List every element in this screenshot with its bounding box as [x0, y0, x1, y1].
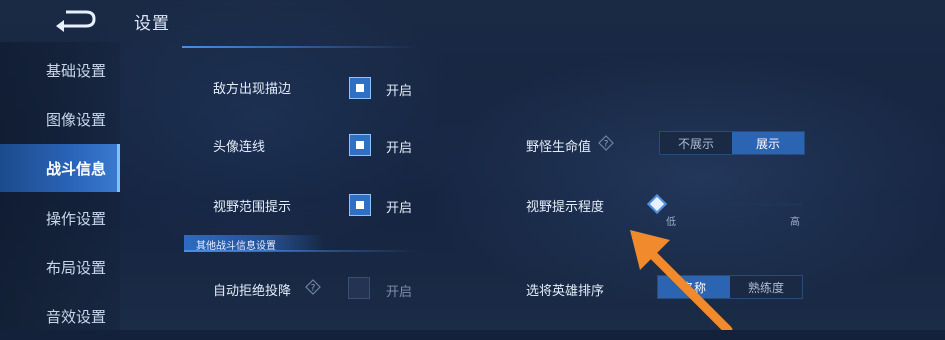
annotation-arrow-icon: [630, 230, 733, 330]
enemy-outline-toggle-label: 开启: [386, 84, 413, 99]
top-bar: 设置: [0, 0, 945, 42]
help-icon[interactable]: ?: [598, 135, 614, 151]
sidebar-item-label: 图像设置: [46, 110, 107, 129]
hero-sort-label: 选将英雄排序: [526, 284, 605, 299]
sidebar-item-label: 音效设置: [46, 307, 107, 326]
check-dot-icon: [356, 141, 364, 149]
enemy-outline-label: 敌方出现描边: [213, 82, 292, 97]
check-dot-icon: [356, 84, 364, 92]
check-dot-icon: [356, 201, 364, 209]
sidebar-item-label: 战斗信息: [46, 159, 107, 178]
monster-hp-option-show[interactable]: 展示: [732, 132, 804, 154]
background: [0, 0, 945, 330]
avatar-link-label: 头像连线: [213, 140, 266, 155]
avatar-link-toggle-label: 开启: [386, 141, 413, 156]
sidebar-item-controls[interactable]: 操作设置: [0, 194, 120, 242]
sidebar-item-label: 操作设置: [46, 209, 107, 228]
monster-hp-segmented: 不展示 展示: [659, 131, 805, 155]
enemy-outline-checkbox[interactable]: [349, 77, 371, 99]
section-header-other-battle-info: 其他战斗信息设置: [184, 235, 424, 252]
slider-max-label: 高: [790, 217, 800, 228]
monster-hp-label: 野怪生命值: [526, 140, 592, 155]
page-title: 设置: [134, 14, 170, 34]
vision-range-label: 视野范围提示: [213, 200, 292, 215]
svg-text:?: ?: [311, 284, 316, 294]
svg-text:?: ?: [604, 140, 609, 150]
section-divider: [182, 46, 418, 48]
back-arrow-icon[interactable]: [52, 8, 98, 32]
avatar-link-checkbox[interactable]: [349, 134, 371, 156]
help-icon[interactable]: ?: [305, 279, 321, 295]
auto-refuse-surrender-label: 自动拒绝投降: [213, 284, 292, 299]
sidebar-item-sound[interactable]: 音效设置: [0, 292, 120, 340]
sidebar: 基础设置 图像设置 战斗信息 操作设置 布局设置 音效设置: [0, 42, 120, 330]
auto-refuse-surrender-checkbox[interactable]: [348, 277, 370, 299]
vision-hint-slider-track[interactable]: [660, 203, 802, 206]
sidebar-item-label: 布局设置: [46, 258, 107, 277]
sidebar-item-basic[interactable]: 基础设置: [0, 46, 120, 94]
sidebar-item-image[interactable]: 图像设置: [0, 95, 120, 143]
monster-hp-option-hide[interactable]: 不展示: [660, 132, 732, 154]
vision-range-checkbox[interactable]: [349, 194, 371, 216]
sidebar-item-battle-info[interactable]: 战斗信息: [0, 144, 120, 192]
vision-range-toggle-label: 开启: [386, 201, 413, 216]
vision-hint-label: 视野提示程度: [526, 200, 605, 215]
sidebar-item-layout[interactable]: 布局设置: [0, 243, 120, 291]
sidebar-item-label: 基础设置: [46, 61, 107, 80]
section-title: 其他战斗信息设置: [196, 241, 276, 252]
auto-refuse-surrender-toggle-label: 开启: [386, 285, 413, 300]
